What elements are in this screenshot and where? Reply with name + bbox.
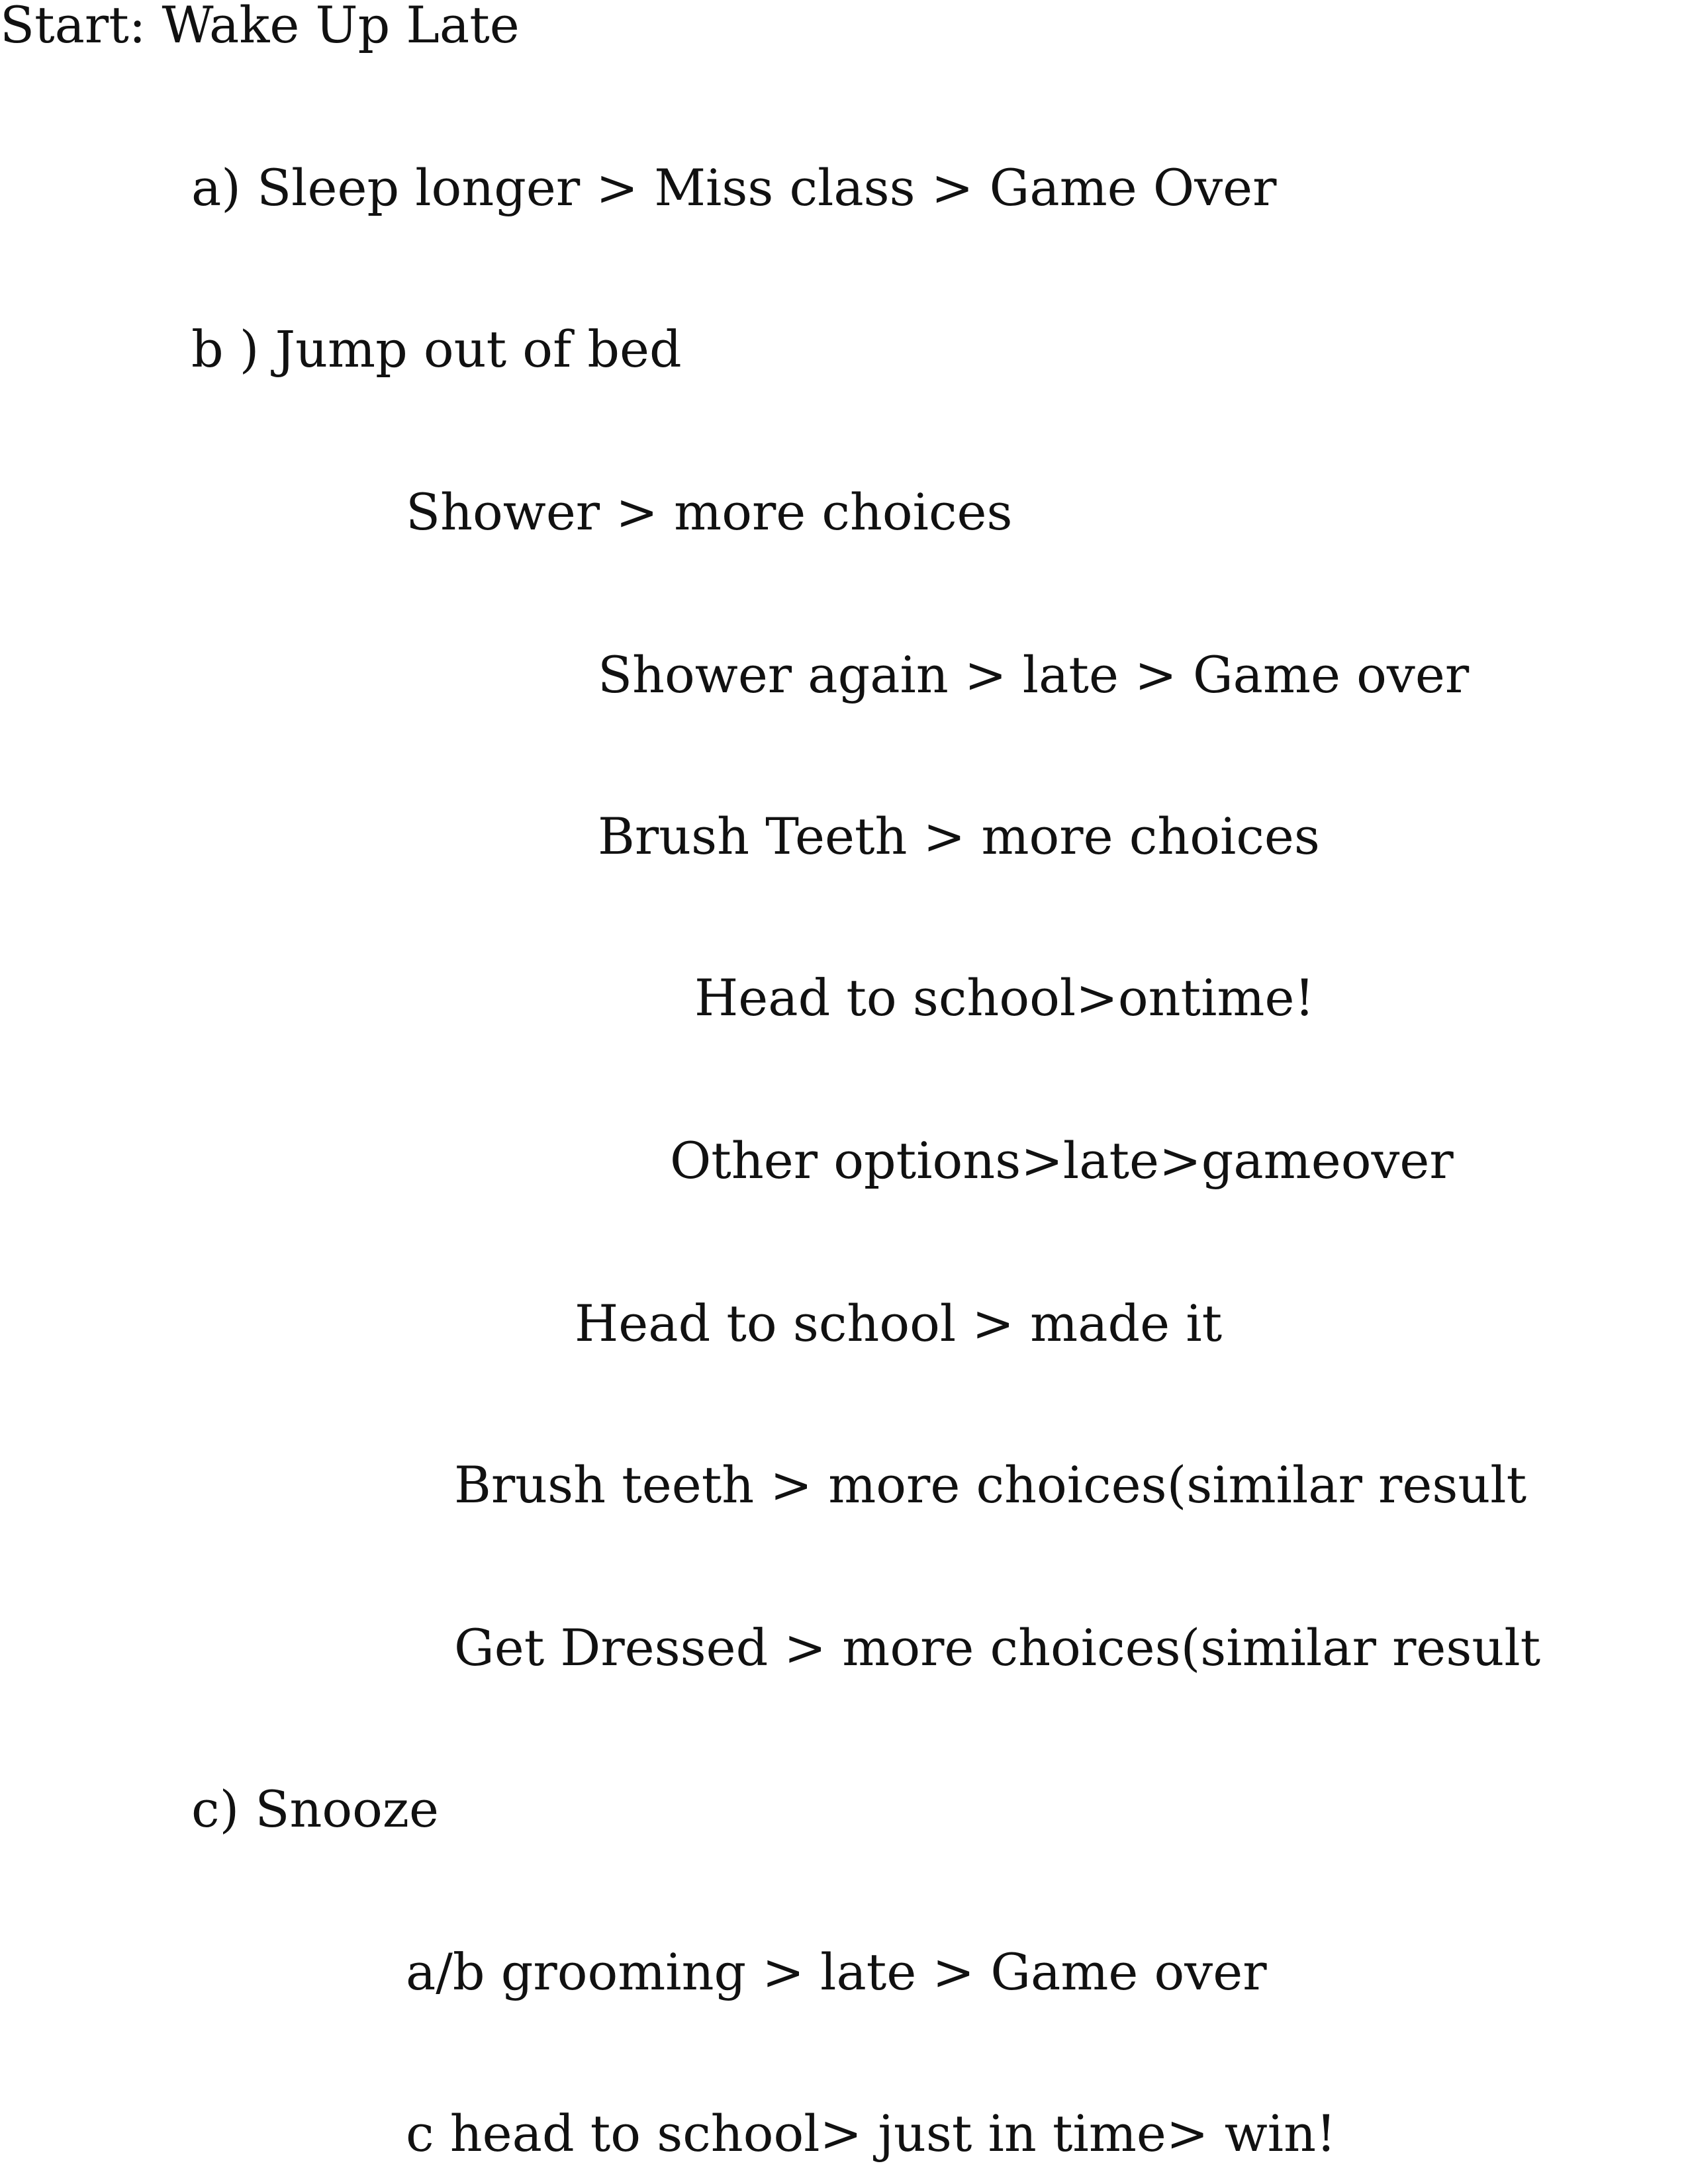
doc-line-other-options: Other options>late>gameover — [670, 1131, 1454, 1190]
doc-line-head-to-school-made-it: Head to school > made it — [575, 1294, 1223, 1353]
doc-line-get-dressed: Get Dressed > more choices(similar resul… — [454, 1618, 1541, 1677]
doc-line-option-c: c) Snooze — [191, 1780, 439, 1839]
doc-line-grooming: a/b grooming > late > Game over — [406, 1942, 1267, 2001]
doc-line-shower-again: Shower again > late > Game over — [598, 645, 1470, 704]
doc-line-head-to-school-ontime: Head to school>ontime! — [694, 968, 1315, 1027]
doc-line-option-b: b ) Jump out of bed — [191, 320, 682, 379]
doc-line-brush-teeth-similar: Brush teeth > more choices(similar resul… — [454, 1455, 1527, 1514]
doc-line-option-a: a) Sleep longer > Miss class > Game Over — [191, 158, 1277, 217]
doc-line-start: Start: Wake Up Late — [0, 0, 520, 54]
doc-line-shower: Shower > more choices — [406, 482, 1013, 541]
doc-line-head-to-school-win: c head to school> just in time> win! — [406, 2104, 1336, 2163]
doc-line-brush-teeth: Brush Teeth > more choices — [598, 807, 1320, 866]
document-page: Start: Wake Up Late a) Sleep longer > Mi… — [0, 0, 1688, 2184]
